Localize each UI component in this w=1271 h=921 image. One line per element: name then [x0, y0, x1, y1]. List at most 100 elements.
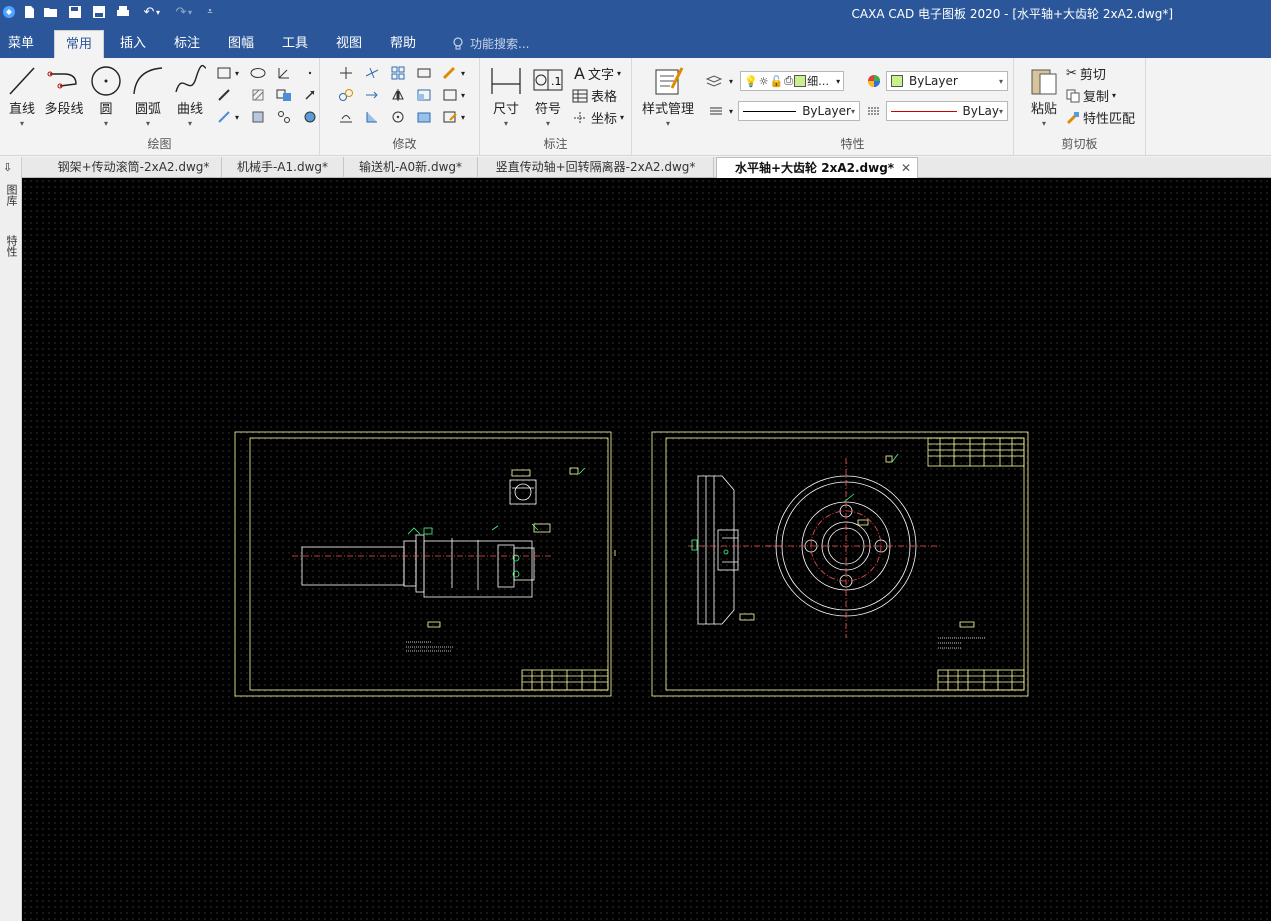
chamfer-icon[interactable]	[414, 108, 434, 126]
curve-button[interactable]: 曲线 ▾	[170, 64, 210, 128]
pointer-icon[interactable]	[300, 86, 320, 104]
ellipse-icon[interactable]	[248, 64, 268, 82]
lineweight-dropdown-icon[interactable]: ▾	[726, 102, 736, 120]
text-button[interactable]: A 文字 ▾	[574, 64, 621, 83]
stretch-icon[interactable]	[414, 64, 434, 82]
point-icon[interactable]	[300, 64, 320, 82]
doc-tab-1[interactable]: 钢架+传动滚筒-2xA2.dwg*	[46, 157, 222, 178]
dimension-dropdown-icon[interactable]: ▾	[486, 119, 526, 128]
cut-button[interactable]: ✂ 剪切	[1066, 64, 1106, 83]
dimension-button[interactable]: 尺寸 ▾	[486, 64, 526, 128]
explode-dropdown-icon[interactable]: ▾	[458, 86, 468, 104]
arc-dropdown-icon[interactable]: ▾	[128, 119, 168, 128]
draw-group-label: 绘图	[147, 137, 172, 151]
side-tab-properties[interactable]: 特性	[3, 223, 19, 269]
feature-search[interactable]: 功能搜索...	[452, 35, 529, 52]
symbol-dropdown-icon[interactable]: ▾	[528, 119, 568, 128]
linetype-combo[interactable]: ByLayer ▾	[738, 101, 860, 121]
layer-combo[interactable]: 💡 ☼ 🔓 ⎙ 细… ▾	[740, 71, 845, 91]
layer-manager-icon[interactable]	[704, 72, 724, 90]
paste-button[interactable]: 粘贴 ▾	[1024, 64, 1064, 128]
rotate-icon[interactable]	[388, 108, 408, 126]
new-icon[interactable]	[20, 3, 38, 21]
tab-common[interactable]: 常用	[54, 30, 104, 58]
centerline-icon[interactable]	[214, 86, 234, 104]
fillet-icon[interactable]	[362, 108, 382, 126]
scale-icon[interactable]	[414, 86, 434, 104]
layer-dropdown-icon[interactable]: ▾	[726, 72, 736, 90]
block-icon[interactable]	[274, 86, 294, 104]
undo-dropdown-icon[interactable]: ▾	[154, 3, 162, 21]
copy-button[interactable]: 复制 ▾	[1066, 86, 1116, 105]
mirror-icon[interactable]	[388, 86, 408, 104]
paste-dropdown-icon[interactable]: ▾	[1024, 119, 1064, 128]
construction-line-dropdown-icon[interactable]: ▾	[232, 108, 242, 126]
save-as-icon[interactable]	[90, 3, 108, 21]
curve-dropdown-icon[interactable]: ▾	[170, 119, 210, 128]
tab-tools[interactable]: 工具	[274, 30, 316, 58]
edit-dropdown-icon[interactable]: ▾	[458, 108, 468, 126]
close-tab-icon[interactable]: ✕	[901, 158, 911, 178]
doc-tab-4[interactable]: 竖直传动轴+回转隔离器-2xA2.dwg*	[478, 157, 714, 178]
hatch-icon[interactable]	[248, 86, 268, 104]
app-logo-icon[interactable]	[0, 3, 18, 21]
gear-section-dimensions	[691, 539, 755, 621]
style-manager-dropdown-icon[interactable]: ▾	[640, 119, 696, 128]
save-icon[interactable]	[66, 3, 84, 21]
customize-icon[interactable]: ⩡	[204, 3, 216, 21]
color-combo[interactable]: ByLayer ▾	[886, 71, 1008, 91]
array-icon[interactable]	[388, 64, 408, 82]
print-icon[interactable]	[114, 3, 132, 21]
brush-icon[interactable]	[440, 64, 460, 82]
tab-menu[interactable]: 菜单	[0, 30, 42, 58]
tab-help[interactable]: 帮助	[382, 30, 424, 58]
rectangle-icon[interactable]	[214, 64, 234, 82]
doc-tab-active[interactable]: 水平轴+大齿轮 2xA2.dwg* ✕	[716, 157, 918, 178]
doc-tab-2[interactable]: 机械手-A1.dwg*	[222, 157, 344, 178]
edit-icon[interactable]	[440, 108, 460, 126]
offset-icon[interactable]	[336, 108, 356, 126]
tab-sheet[interactable]: 图幅	[220, 30, 262, 58]
drawing-canvas[interactable]	[22, 178, 1271, 921]
symbol-button[interactable]: .1 符号 ▾	[528, 64, 568, 128]
construction-line-icon[interactable]	[214, 108, 234, 126]
trim-icon[interactable]	[362, 64, 382, 82]
table-button[interactable]: 表格	[572, 86, 617, 105]
side-tab-library[interactable]: 图库	[3, 175, 19, 215]
fill-icon[interactable]	[300, 108, 320, 126]
text-dropdown-icon[interactable]: ▾	[617, 69, 621, 78]
open-icon[interactable]	[42, 3, 60, 21]
color-wheel-icon[interactable]	[864, 72, 884, 90]
tab-annotate[interactable]: 标注	[166, 30, 208, 58]
copy-object-icon[interactable]	[336, 86, 356, 104]
brush-dropdown-icon[interactable]: ▾	[458, 64, 468, 82]
move-icon[interactable]	[336, 64, 356, 82]
pin-icon[interactable]: ⇩	[3, 161, 12, 174]
rectangle-dropdown-icon[interactable]: ▾	[232, 64, 242, 82]
arc-button[interactable]: 圆弧 ▾	[128, 64, 168, 128]
line-button[interactable]: 直线 ▾	[2, 64, 42, 128]
doc-tab-3[interactable]: 输送机-A0新.dwg*	[344, 157, 478, 178]
angle-line-icon[interactable]	[274, 64, 294, 82]
explode-icon[interactable]	[440, 86, 460, 104]
polyline-button[interactable]: 多段线	[42, 64, 86, 117]
extend-icon[interactable]	[362, 86, 382, 104]
boundary-icon[interactable]	[248, 108, 268, 126]
tab-insert[interactable]: 插入	[112, 30, 154, 58]
coordinate-button[interactable]: 坐标 ▾	[572, 108, 624, 127]
redo-dropdown-icon[interactable]: ▾	[186, 3, 194, 21]
coordinate-dropdown-icon[interactable]: ▾	[620, 113, 624, 122]
copy-dropdown-icon[interactable]: ▾	[1112, 91, 1116, 100]
line-dropdown-icon[interactable]: ▾	[2, 119, 42, 128]
spline-points-icon[interactable]	[274, 108, 294, 126]
paste-label: 粘贴	[1030, 102, 1057, 117]
linetype2-combo[interactable]: ByLay ▾	[886, 101, 1008, 121]
tab-view[interactable]: 视图	[328, 30, 370, 58]
key-detail-drawing	[509, 479, 537, 505]
circle-button[interactable]: 圆 ▾	[86, 64, 126, 128]
style-manager-button[interactable]: 样式管理 ▾	[640, 64, 696, 128]
match-properties-button[interactable]: 特性匹配	[1066, 108, 1135, 127]
linetype-pattern-icon[interactable]	[864, 102, 884, 120]
lineweight-icon[interactable]	[706, 102, 726, 120]
circle-dropdown-icon[interactable]: ▾	[86, 119, 126, 128]
